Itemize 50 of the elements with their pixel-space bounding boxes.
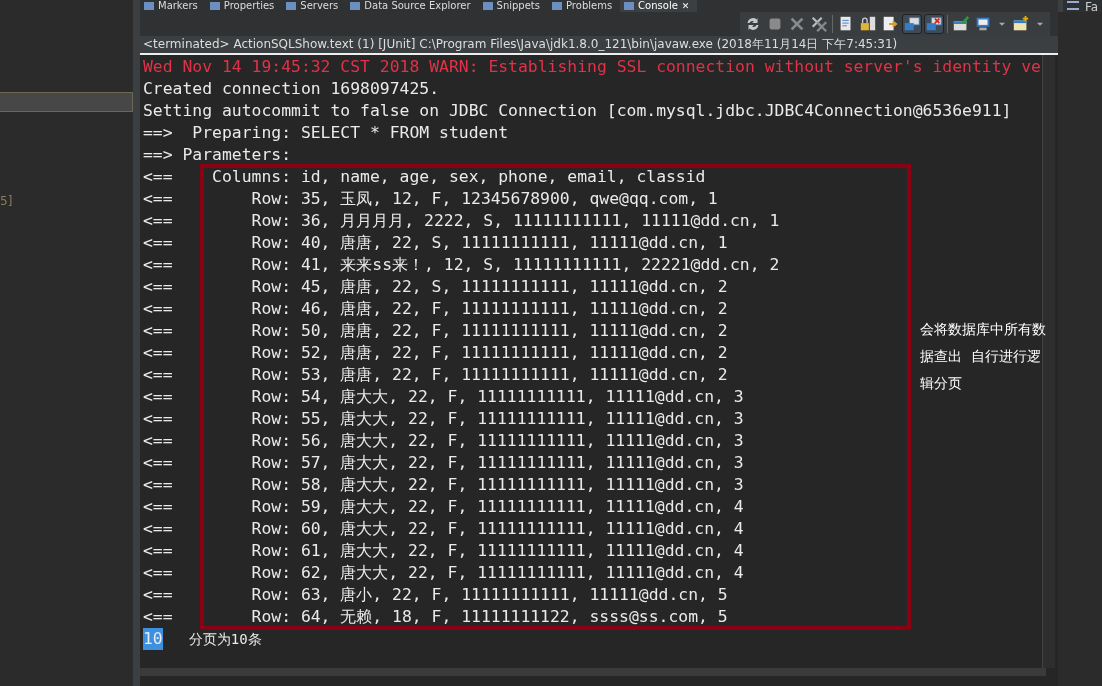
console-line: <== Row: 41, 来来ss来！, 12, S, 11111111111, 22221@dd.cn, 2 (143, 254, 780, 276)
console-line: <== Row: 53, 唐唐, 22, F, 11111111111, 11111@dd.cn, 2 (143, 364, 728, 386)
windows-error-icon[interactable] (925, 15, 943, 33)
console-line: <== Row: 36, 月月月月, 2222, S, 11111111111, 11111@dd.cn, 1 (143, 210, 780, 232)
view-tab[interactable]: Console ✕ (620, 0, 698, 12)
view-tab[interactable]: Snippets (478, 0, 548, 12)
console-line: <== Row: 46, 唐唐, 22, F, 11111111111, 11111@dd.cn, 2 (143, 298, 728, 320)
console-line: <== Row: 58, 唐大大, 22, F, 11111111111, 11111@dd.cn, 3 (143, 474, 744, 496)
close-tab-button[interactable]: ✕ (681, 0, 690, 12)
annotation-text: 会将数据库中所有数据查出 自行进行逻辑分页 (920, 320, 1047, 393)
process-status: <terminated> ActionSQLShow.text (1) [JUnit] C:\Program Files\Java\jdk1.8.0_121\bin\javaw.exe (2018年11月14日 下午7:45:31) (140, 36, 1058, 55)
console-line: <== Row: 62, 唐大大, 22, F, 11111111111, 11111@dd.cn, 4 (143, 562, 744, 584)
console-line: ==> Preparing: SELECT * FROM student (143, 122, 509, 144)
new-window-icon[interactable] (1012, 15, 1030, 33)
console-line: <== Row: 40, 唐唐, 22, S, 11111111111, 11111@dd.cn, 1 (143, 232, 728, 254)
console-line: <== Row: 50, 唐唐, 22, F, 11111111111, 11111@dd.cn, 2 (143, 320, 728, 342)
selected-text: 10 (143, 628, 163, 650)
console-line: <== Row: 56, 唐大大, 22, F, 11111111111, 11111@dd.cn, 3 (143, 430, 744, 452)
list-icon (1067, 1, 1079, 10)
windows-icon[interactable] (903, 15, 921, 33)
pin-icon[interactable] (952, 15, 970, 33)
view-tab[interactable]: Data Source Explorer (346, 0, 479, 12)
console-line: <== Row: 57, 唐大大, 22, F, 11111111111, 11111@dd.cn, 3 (143, 452, 744, 474)
view-tab[interactable]: Markers (140, 0, 206, 12)
console-line: <== Row: 61, 唐大大, 22, F, 11111111111, 11111@dd.cn, 4 (143, 540, 744, 562)
lock-icon[interactable] (859, 15, 877, 33)
close-icon[interactable] (788, 15, 806, 33)
console-line: <== Row: 35, 玉凤, 12, F, 12345678900, qwe@qq.com, 1 (143, 188, 718, 210)
warning-line: Wed Nov 14 19:45:32 CST 2018 WARN: Establishing SSL connection without server's identity ve (143, 56, 1041, 78)
console-line: Created connection 1698097425. (143, 78, 440, 100)
console-line: <== Row: 45, 唐唐, 22, S, 11111111111, 11111@dd.cn, 2 (143, 276, 728, 298)
remove-all-icon[interactable] (810, 15, 828, 33)
console-line: <== Row: 60, 唐大大, 22, F, 11111111111, 11111@dd.cn, 4 (143, 518, 744, 540)
console-line: <== Row: 59, 唐大大, 22, F, 11111111111, 11111@dd.cn, 4 (143, 496, 744, 518)
console-line: <== Row: 54, 唐大大, 22, F, 11111111111, 11111@dd.cn, 3 (143, 386, 744, 408)
horizontal-scrollbar[interactable] (140, 668, 1046, 676)
view-tab[interactable]: Servers (282, 0, 347, 12)
view-tab[interactable]: Problems (548, 0, 621, 12)
console-line: <== Columns: id, name, age, sex, phone, email, classid (143, 166, 706, 188)
tree-item-fragment: 5] (0, 194, 14, 208)
console-line: <== Row: 63, 唐小, 22, F, 11111111111, 11111@dd.cn, 5 (143, 584, 728, 606)
console-line: <== Row: 52, 唐唐, 22, F, 11111111111, 11111@dd.cn, 2 (143, 342, 728, 364)
console-line: <== Row: 55, 唐大大, 22, F, 11111111111, 11111@dd.cn, 3 (143, 408, 744, 430)
view-tab[interactable]: Properties (205, 0, 283, 12)
console-line: ==> Parameters: (143, 144, 293, 166)
console-line: Setting autocommit to false on JDBC Connection [com.mysql.jdbc.JDBC4Connection@6536e911] (143, 100, 1012, 122)
console-note: 分页为10条 (188, 630, 262, 649)
monitor-icon[interactable] (974, 15, 992, 33)
document-arrow-icon[interactable] (881, 15, 899, 33)
console-line: <== Row: 64, 无赖, 18, F, 11111111122, ssss@ss.com, 5 (143, 606, 728, 628)
